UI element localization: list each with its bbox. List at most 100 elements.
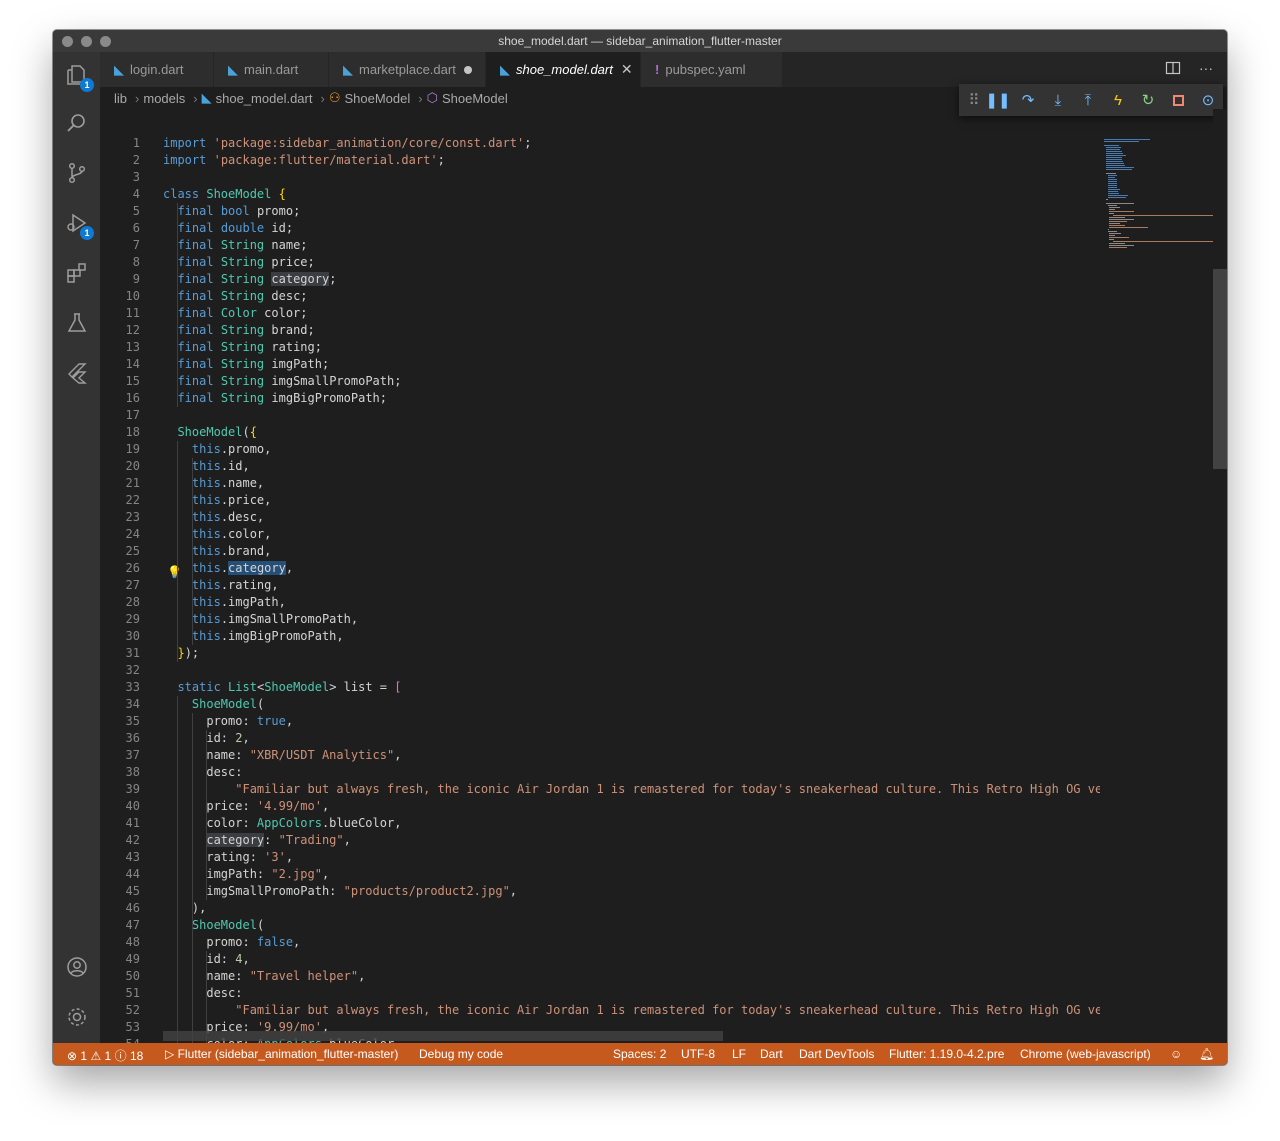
code-line[interactable]: this.price, [163,492,271,509]
testing-button[interactable] [62,308,92,338]
code-line[interactable]: import 'package:flutter/material.dart'; [163,152,445,169]
code-line[interactable]: this.imgBigPromoPath, [163,628,344,645]
horizontal-scroll-thumb[interactable] [163,1031,723,1041]
tab-login-dart[interactable]: ◣ login.dart [100,52,214,87]
code-line[interactable]: this.category, [163,560,293,577]
breadcrumb-class[interactable]: ShoeModel [344,91,410,106]
flutter-button[interactable] [62,358,92,388]
search-button[interactable] [62,108,92,138]
code-line[interactable]: "Familiar but always fresh, the iconic A… [163,1002,1100,1019]
minimap-line [1109,247,1128,248]
indent-guide [191,458,193,645]
explorer-button[interactable]: 1 [62,60,94,92]
line-number: 6 [132,221,140,235]
line-number: 17 [125,408,140,422]
code-line[interactable]: final String name; [163,237,307,254]
code-line[interactable]: final String price; [163,254,314,271]
code-line[interactable]: color: AppColors.blueColor, [163,815,401,832]
accounts-button[interactable] [62,952,92,982]
minimap-line [1113,241,1213,242]
more-actions-icon[interactable]: ··· [1199,60,1213,76]
code-line[interactable]: static List<ShoeModel> list = [ [163,679,401,696]
code-line[interactable]: desc: [163,985,242,1002]
code-line[interactable]: final String brand; [163,322,314,339]
code-line[interactable]: final String category; [163,271,336,288]
vertical-scrollbar[interactable] [1213,109,1227,1043]
code-line[interactable]: desc: [163,764,242,781]
code-line[interactable]: imgPath: "2.jpg", [163,866,329,883]
line-number: 1 [132,136,140,150]
feedback-icon[interactable]: ☺ [1170,1047,1182,1061]
tab-marketplace-dart[interactable]: ◣ marketplace.dart [329,52,486,87]
code-line[interactable]: class ShoeModel { [163,186,286,203]
indentation[interactable]: Spaces: 2 [613,1047,666,1061]
minimap-line [1107,177,1115,178]
run-debug-button[interactable]: 1 [62,208,94,240]
minimap-line [1109,209,1115,210]
code-line[interactable]: name: "Travel helper", [163,968,365,985]
line-number: 15 [125,374,140,388]
code-line[interactable]: name: "XBR/USDT Analytics", [163,747,401,764]
close-tab-icon[interactable]: ✕ [621,61,633,78]
code-line[interactable]: this.brand, [163,543,271,560]
code-line[interactable]: final Color color; [163,305,307,322]
minimap-line [1104,145,1120,146]
extensions-button[interactable] [62,258,92,288]
breadcrumb-file[interactable]: shoe_model.dart [216,91,313,106]
code-line[interactable]: final String rating; [163,339,322,356]
code-line[interactable]: final double id; [163,220,293,237]
class-symbol-icon: ⚇ [328,90,341,105]
line-number: 9 [132,272,140,286]
code-line[interactable]: }); [163,645,199,662]
language-mode[interactable]: Dart [760,1047,783,1061]
code-line[interactable]: rating: '3', [163,849,293,866]
code-line[interactable]: final String imgSmallPromoPath; [163,373,401,390]
code-line[interactable]: import 'package:sidebar_animation/core/c… [163,135,532,152]
code-line[interactable]: this.promo, [163,441,271,458]
code-line[interactable]: final bool promo; [163,203,300,220]
code-line[interactable]: imgSmallPromoPath: "products/product2.jp… [163,883,517,900]
tab-shoe-model-dart[interactable]: ◣ shoe_model.dart ✕ [486,52,641,87]
code-line[interactable]: final String desc; [163,288,307,305]
code-line[interactable]: final String imgBigPromoPath; [163,390,387,407]
code-line[interactable]: ), [163,900,206,917]
breadcrumb-lib[interactable]: lib [114,91,127,106]
line-number: 13 [125,340,140,354]
code-line[interactable]: promo: false, [163,934,300,951]
split-editor-icon[interactable] [1165,60,1181,76]
minimap-line [1109,233,1122,234]
problems-indicator[interactable]: ⊗ 1 ⚠ 1 ⓘ 18 [67,1047,143,1064]
launch-config[interactable]: ▷ Flutter (sidebar_animation_flutter-mas… [165,1047,398,1061]
minimap-line [1105,165,1125,166]
device-selector[interactable]: Chrome (web-javascript) [1020,1047,1151,1061]
vertical-scroll-thumb[interactable] [1213,269,1227,469]
tab-main-dart[interactable]: ◣ main.dart [214,52,329,87]
code-line[interactable]: promo: true, [163,713,293,730]
source-control-button[interactable] [62,158,92,188]
code-line[interactable]: ShoeModel({ [163,424,257,441]
flutter-version[interactable]: Flutter: 1.19.0-4.2.pre [889,1047,1004,1061]
editor-window: shoe_model.dart — sidebar_animation_flut… [53,30,1227,1065]
code-line[interactable]: this.id, [163,458,250,475]
code-line[interactable]: this.rating, [163,577,279,594]
minimap-line [1107,179,1117,180]
tab-pubspec-yaml[interactable]: ! pubspec.yaml [641,52,783,87]
manage-button[interactable] [62,1002,92,1032]
breadcrumb-constructor[interactable]: ShoeModel [442,91,508,106]
code-editor[interactable]: 1 2 3 4 5 6 7 8 9 10 11 12 13 14 15 16 17 18 19 20 21 22 23 24 2… [100,109,1100,1043]
minimap[interactable] [1100,109,1213,1043]
bell-icon[interactable]: 🔔︎ [1199,1047,1214,1061]
debug-mode[interactable]: Debug my code [419,1047,503,1061]
code-line[interactable]: price: '4.99/mo', [163,798,329,815]
line-ending[interactable]: LF [732,1047,746,1061]
code-line[interactable]: final String imgPath; [163,356,329,373]
minimap-line [1107,229,1110,230]
indent-guide [206,951,208,1043]
dart-devtools[interactable]: Dart DevTools [799,1047,874,1061]
breadcrumb-models[interactable]: models [143,91,185,106]
code-line[interactable]: this.imgPath, [163,594,286,611]
encoding[interactable]: UTF-8 [681,1047,715,1061]
code-line[interactable]: this.color, [163,526,271,543]
code-line[interactable]: "Familiar but always fresh, the iconic A… [163,781,1100,798]
flutter-icon [68,363,87,384]
